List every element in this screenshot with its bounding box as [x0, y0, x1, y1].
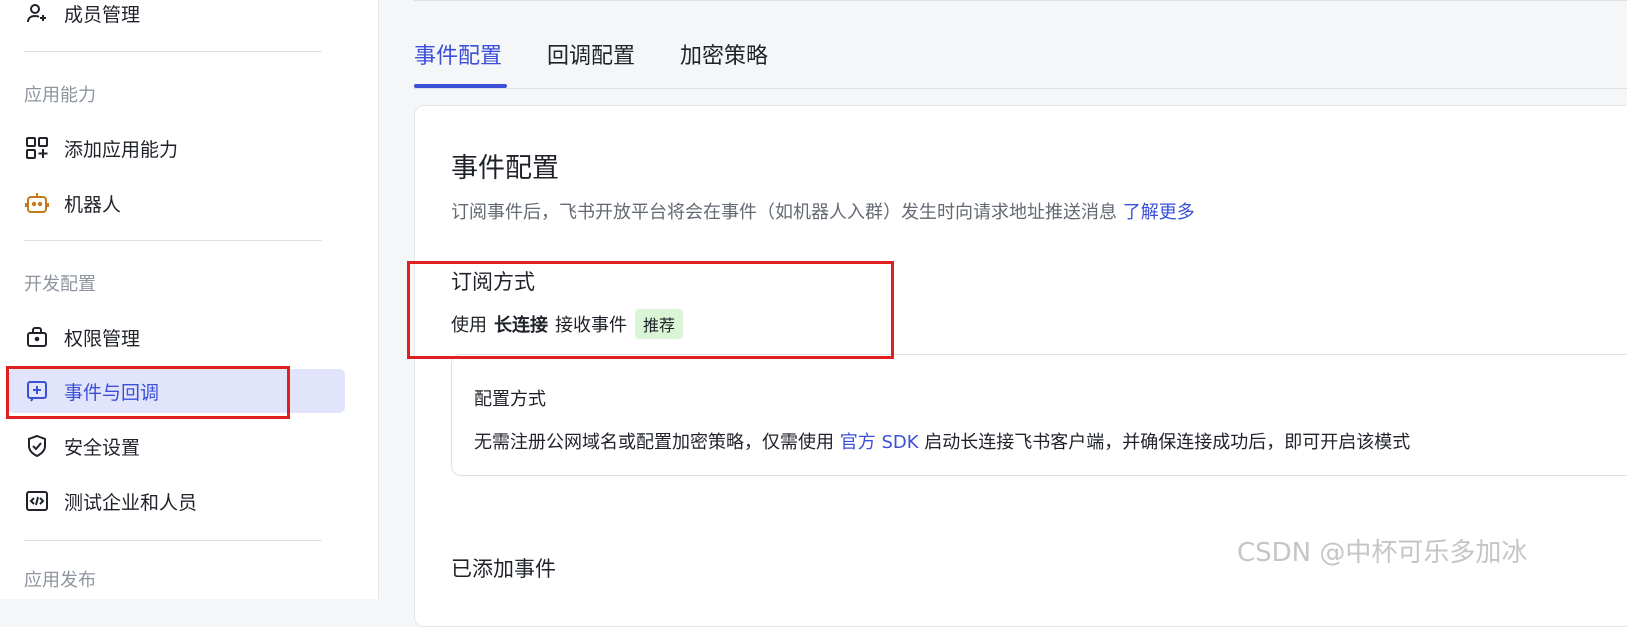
added-events-title: 已添加事件	[451, 557, 556, 581]
tab-event-config[interactable]: 事件配置	[414, 38, 502, 70]
sidebar-item-label: 测试企业和人员	[64, 491, 198, 514]
tab-callback-config[interactable]: 回调配置	[547, 38, 635, 70]
subscribe-method-title: 订阅方式	[451, 270, 535, 294]
sidebar-item-label: 权限管理	[64, 327, 141, 350]
tab-encryption-policy[interactable]: 加密策略	[680, 38, 768, 70]
grid-plus-icon	[24, 135, 50, 161]
shield-check-icon	[24, 433, 50, 459]
sidebar-item-label: 安全设置	[64, 436, 141, 459]
sidebar-item-test-orgs[interactable]: 测试企业和人员	[8, 479, 345, 523]
active-tab-indicator	[414, 84, 507, 88]
robot-icon	[24, 190, 50, 216]
description-text: 订阅事件后，飞书开放平台将会在事件（如机器人入群）发生时向请求地址推送消息	[451, 202, 1117, 223]
watermark: CSDN @中杯可乐多加冰	[1237, 538, 1528, 568]
divider	[24, 51, 322, 52]
sidebar-item-label: 成员管理	[64, 3, 141, 26]
config-method-text: 无需注册公网域名或配置加密策略，仅需使用 官方 SDK 启动长连接飞书客户端，并…	[474, 428, 1410, 454]
sidebar-item-label: 添加应用能力	[64, 138, 179, 161]
tab-bar: 事件配置 回调配置 加密策略	[414, 30, 1627, 89]
method-name: 长连接	[494, 315, 548, 336]
lock-icon	[24, 324, 50, 350]
sidebar-item-security[interactable]: 安全设置	[8, 424, 345, 468]
config-text-before: 无需注册公网域名或配置加密策略，仅需使用	[474, 432, 834, 453]
group-title-dev-config: 开发配置	[24, 274, 96, 295]
event-plus-icon	[24, 378, 50, 404]
sidebar-item-bot[interactable]: 机器人	[8, 181, 345, 225]
code-icon	[24, 488, 50, 514]
method-prefix: 使用	[451, 315, 487, 336]
sidebar-item-permissions[interactable]: 权限管理	[8, 315, 345, 359]
sidebar-item-add-capability[interactable]: 添加应用能力	[8, 126, 345, 170]
group-title-app-capability: 应用能力	[24, 85, 96, 106]
recommend-badge: 推荐	[635, 309, 684, 339]
divider	[24, 240, 322, 241]
learn-more-link[interactable]: 了解更多	[1123, 202, 1195, 223]
page-title: 事件配置	[451, 153, 559, 184]
user-plus-icon	[24, 0, 50, 26]
group-title-app-release: 应用发布	[24, 570, 96, 591]
description: 订阅事件后，飞书开放平台将会在事件（如机器人入群）发生时向请求地址推送消息 了解…	[451, 198, 1195, 224]
method-suffix: 接收事件	[555, 315, 627, 336]
sidebar-item-members[interactable]: 成员管理	[8, 0, 345, 35]
config-method-title: 配置方式	[474, 389, 546, 410]
subscribe-method[interactable]: 使用 长连接 接收事件 推荐	[451, 309, 684, 339]
top-divider	[414, 0, 1627, 1]
config-method-box: 配置方式 无需注册公网域名或配置加密策略，仅需使用 官方 SDK 启动长连接飞书…	[451, 354, 1627, 476]
sidebar: 成员管理 应用能力 添加应用能力 机器人 开发配置 权限管理 事件与回调 安全设…	[0, 0, 379, 599]
sidebar-item-label: 机器人	[64, 193, 122, 216]
sidebar-item-events-callbacks[interactable]: 事件与回调	[8, 369, 345, 413]
official-sdk-link[interactable]: 官方 SDK	[840, 432, 919, 453]
sidebar-item-label: 事件与回调	[64, 381, 160, 404]
divider	[24, 540, 322, 541]
config-text-after: 启动长连接飞书客户端，并确保连接成功后，即可开启该模式	[924, 432, 1411, 453]
